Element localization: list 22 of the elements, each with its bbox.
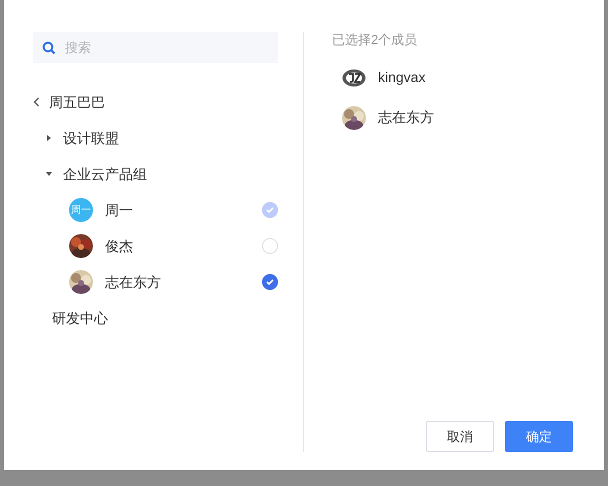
back-icon xyxy=(33,97,40,107)
selection-count: 已选择2个成员 xyxy=(332,31,418,49)
checkbox[interactable] xyxy=(262,274,278,290)
member-name: 俊杰 xyxy=(105,236,134,256)
tree-group[interactable]: 企业云产品组 xyxy=(33,162,278,186)
department-item[interactable]: 研发中心 xyxy=(33,306,108,330)
search-field[interactable]: 搜索 xyxy=(33,32,278,63)
check-icon xyxy=(265,277,275,287)
member-name: 志在东方 xyxy=(105,272,162,292)
logo-icon xyxy=(342,68,366,86)
check-icon xyxy=(265,205,275,215)
caret-right-icon xyxy=(46,135,52,141)
cancel-button[interactable]: 取消 xyxy=(426,421,494,452)
back-link[interactable]: 周五巴巴 xyxy=(33,90,278,114)
member-name: kingvax xyxy=(378,68,426,87)
member-name: 志在东方 xyxy=(378,108,434,127)
tree-group[interactable]: 设计联盟 xyxy=(33,126,278,150)
caret-down-icon xyxy=(46,171,52,177)
avatar: 周一 xyxy=(69,198,93,222)
member-name: 周一 xyxy=(105,200,134,220)
confirm-button[interactable]: 确定 xyxy=(505,421,573,452)
search-icon xyxy=(42,41,56,55)
